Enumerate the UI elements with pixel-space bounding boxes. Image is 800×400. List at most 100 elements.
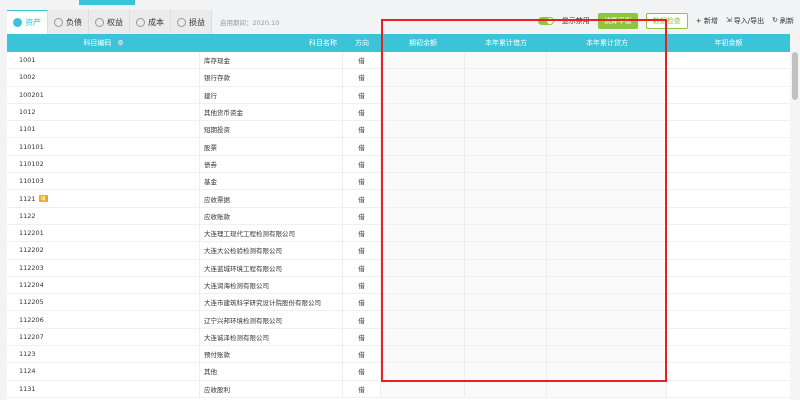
gear-icon[interactable]: ⚙	[117, 39, 123, 47]
ytd-credit-cell[interactable]	[547, 103, 667, 121]
table-row[interactable]: 110101 股票 借	[7, 138, 790, 156]
ytd-credit-cell[interactable]	[547, 311, 667, 328]
ytd-debit-cell[interactable]	[465, 155, 547, 173]
table-row[interactable]: 110102 债券 借	[7, 155, 790, 174]
ytd-debit-cell[interactable]	[465, 276, 547, 294]
ytd-credit-cell[interactable]	[547, 52, 667, 69]
ytd-debit-cell[interactable]	[465, 380, 547, 397]
ytd-debit-cell[interactable]	[465, 259, 547, 276]
table-row[interactable]: 1101 短期投资 借	[7, 121, 790, 139]
ytd-credit-cell[interactable]	[547, 121, 667, 138]
opening-balance-cell[interactable]	[381, 224, 465, 242]
show-disabled-toggle[interactable]	[537, 17, 554, 25]
ytd-debit-cell[interactable]	[465, 190, 547, 207]
ytd-credit-cell[interactable]	[547, 155, 667, 173]
table-row[interactable]: 1124 其他 借	[7, 363, 790, 381]
opening-balance-cell[interactable]	[381, 190, 465, 207]
opening-balance-cell[interactable]	[381, 103, 465, 121]
trial-balance-button[interactable]: 试算平衡	[597, 13, 638, 29]
opening-balance-cell[interactable]	[381, 363, 465, 380]
opening-balance-cell[interactable]	[381, 380, 465, 397]
refresh-button[interactable]: ↻ 刷新	[772, 16, 794, 26]
ytd-credit-cell[interactable]	[547, 276, 667, 294]
opening-balance-cell[interactable]	[381, 121, 465, 138]
table-row[interactable]: 112205 大连市建筑科学研究设计院股份有限公司 借	[7, 294, 790, 312]
account-code: 1122	[7, 207, 200, 224]
table-row[interactable]: 112207 大连诚泽检测有限公司 借	[7, 328, 790, 347]
year-start-balance-cell	[667, 381, 790, 397]
table-row[interactable]: 1002 银行存款 借	[7, 69, 790, 87]
ytd-debit-cell[interactable]	[465, 346, 547, 363]
import-export-button[interactable]: ⇲ 导入/导出	[726, 16, 764, 26]
opening-balance-cell[interactable]	[381, 346, 465, 363]
account-code: 1121 辅	[7, 190, 200, 207]
ytd-credit-cell[interactable]	[547, 328, 667, 346]
ytd-credit-cell[interactable]	[547, 138, 667, 155]
table-row[interactable]: 112201 大连理工现代工程检测有限公司 借	[7, 224, 790, 243]
opening-balance-cell[interactable]	[381, 207, 465, 224]
ytd-debit-cell[interactable]	[465, 121, 547, 138]
tab-asset[interactable]: 资产	[7, 10, 48, 34]
ytd-credit-cell[interactable]	[547, 346, 667, 363]
opening-balance-cell[interactable]	[381, 52, 465, 69]
ytd-credit-cell[interactable]	[547, 173, 667, 190]
year-start-balance-cell	[667, 346, 790, 362]
table-row[interactable]: 100201 建行 借	[7, 86, 790, 104]
scrollbar-thumb[interactable]	[792, 52, 798, 100]
ytd-credit-cell[interactable]	[547, 242, 667, 259]
opening-balance-cell[interactable]	[381, 276, 465, 294]
tab-liability[interactable]: 负债	[48, 10, 89, 34]
ytd-debit-cell[interactable]	[465, 242, 547, 259]
opening-balance-cell[interactable]	[381, 173, 465, 190]
table-row[interactable]: 1131 应收股利 借	[7, 380, 790, 398]
table-row[interactable]: 112202 大连大公检验检测有限公司 借	[7, 242, 790, 260]
add-button[interactable]: + 新增	[696, 16, 718, 26]
ytd-debit-cell[interactable]	[465, 311, 547, 328]
vertical-scrollbar[interactable]	[790, 34, 800, 400]
table-row[interactable]: 1001 库存现金 借	[7, 52, 790, 70]
ytd-credit-cell[interactable]	[547, 259, 667, 276]
ytd-debit-cell[interactable]	[465, 103, 547, 121]
tab-cost[interactable]: 成本	[130, 10, 171, 34]
ytd-debit-cell[interactable]	[465, 224, 547, 242]
ytd-credit-cell[interactable]	[547, 86, 667, 103]
ytd-debit-cell[interactable]	[465, 138, 547, 155]
ytd-debit-cell[interactable]	[465, 173, 547, 190]
ytd-credit-cell[interactable]	[547, 69, 667, 86]
opening-balance-cell[interactable]	[381, 138, 465, 155]
tab-label: 成本	[148, 17, 164, 27]
opening-balance-cell[interactable]	[381, 311, 465, 328]
table-row[interactable]: 110103 基金 借	[7, 173, 790, 191]
ytd-credit-cell[interactable]	[547, 224, 667, 242]
opening-balance-cell[interactable]	[381, 259, 465, 276]
year-start-balance-cell	[667, 173, 790, 189]
opening-balance-cell[interactable]	[381, 86, 465, 103]
ytd-debit-cell[interactable]	[465, 86, 547, 103]
ytd-credit-cell[interactable]	[547, 380, 667, 397]
table-row[interactable]: 112206 辽宁兴邦环境检测有限公司 借	[7, 311, 790, 329]
ytd-credit-cell[interactable]	[547, 294, 667, 311]
ytd-debit-cell[interactable]	[465, 52, 547, 69]
data-check-button[interactable]: 数据检查	[645, 13, 688, 29]
opening-balance-cell[interactable]	[381, 328, 465, 346]
ytd-credit-cell[interactable]	[547, 207, 667, 224]
opening-balance-cell[interactable]	[381, 69, 465, 86]
ytd-debit-cell[interactable]	[465, 328, 547, 346]
ytd-debit-cell[interactable]	[465, 294, 547, 311]
tab-profit-loss[interactable]: 损益	[171, 10, 212, 34]
ytd-debit-cell[interactable]	[465, 207, 547, 224]
opening-balance-cell[interactable]	[381, 155, 465, 173]
table-row[interactable]: 1123 预付账款 借	[7, 346, 790, 364]
table-row[interactable]: 112204 大连润海检测有限公司 借	[7, 276, 790, 295]
table-row[interactable]: 1012 其他货币资金 借	[7, 103, 790, 122]
opening-balance-cell[interactable]	[381, 242, 465, 259]
table-row[interactable]: 1121 辅 应收票据 借	[7, 190, 790, 208]
ytd-credit-cell[interactable]	[547, 190, 667, 207]
ytd-debit-cell[interactable]	[465, 363, 547, 380]
table-row[interactable]: 112203 大连蓝城环境工程有限公司 借	[7, 259, 790, 277]
tab-equity[interactable]: 权益	[89, 10, 130, 34]
table-row[interactable]: 1122 应收账款 借	[7, 207, 790, 225]
ytd-debit-cell[interactable]	[465, 69, 547, 86]
ytd-credit-cell[interactable]	[547, 363, 667, 380]
opening-balance-cell[interactable]	[381, 294, 465, 311]
